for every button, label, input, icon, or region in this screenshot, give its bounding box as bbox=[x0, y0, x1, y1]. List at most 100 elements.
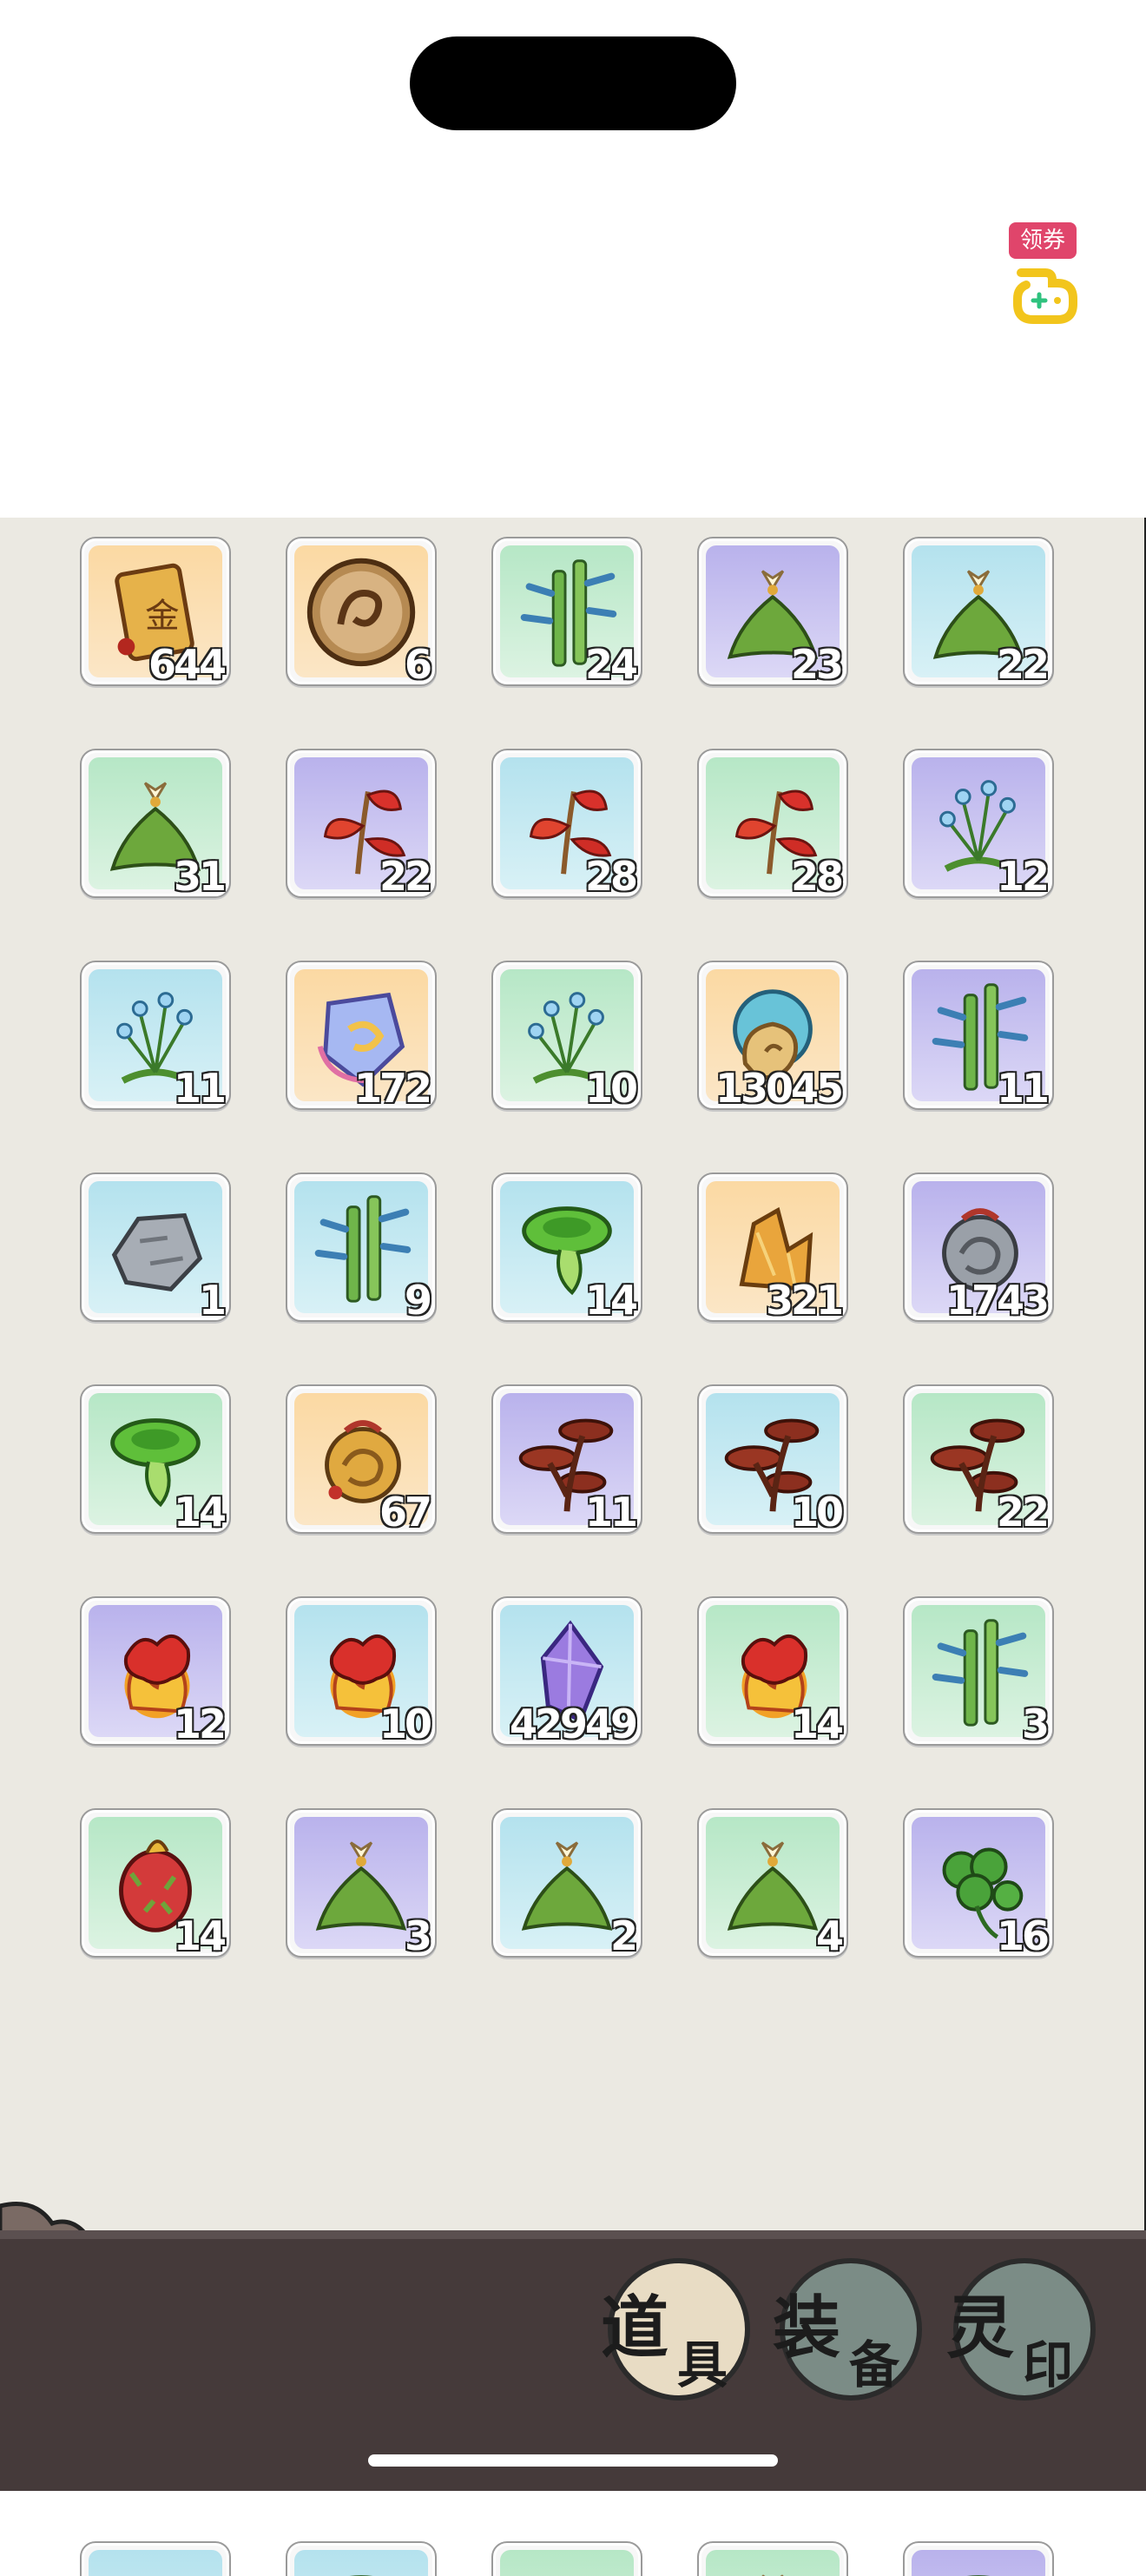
inventory-slot[interactable]: 24 bbox=[491, 537, 642, 686]
green-mushroom-icon bbox=[350, 2575, 372, 2576]
item-quantity: 11 bbox=[996, 1065, 1050, 1112]
inventory-slot-partial[interactable] bbox=[903, 2541, 1054, 2576]
item-quantity: 16 bbox=[996, 1912, 1050, 1959]
lily-bush-icon bbox=[761, 2574, 784, 2576]
item-quantity: 10 bbox=[379, 1701, 433, 1747]
item-quantity: 10 bbox=[790, 1489, 845, 1536]
item-quantity: 31 bbox=[173, 853, 227, 900]
home-indicator bbox=[368, 2454, 778, 2467]
inventory-slot-partial[interactable] bbox=[286, 2541, 437, 2576]
item-quantity: 3 bbox=[1021, 1701, 1050, 1747]
inventory-slot[interactable]: 22 bbox=[903, 537, 1054, 686]
fire-flower-icon bbox=[89, 2550, 222, 2576]
item-quantity: 23 bbox=[790, 641, 845, 688]
inventory-panel: 金 644 6 24 23 22 31 22 28 28 12 11 172 1… bbox=[0, 518, 1146, 2576]
item-quantity: 12 bbox=[173, 1701, 227, 1747]
inventory-slot[interactable]: 12 bbox=[903, 749, 1054, 898]
inventory-slot[interactable]: 14 bbox=[80, 1808, 231, 1958]
item-quantity: 14 bbox=[173, 1912, 227, 1959]
item-quantity: 1743 bbox=[945, 1277, 1050, 1324]
inventory-slot[interactable]: 22 bbox=[286, 749, 437, 898]
tab-label-char: 道 bbox=[601, 2289, 669, 2368]
item-quantity: 9 bbox=[404, 1277, 433, 1324]
svg-text:金: 金 bbox=[145, 597, 179, 637]
tab-label-char: 灵 bbox=[946, 2289, 1015, 2368]
item-quantity: 28 bbox=[584, 853, 639, 900]
tab-label-char: 印 bbox=[1023, 2335, 1074, 2394]
item-quantity: 172 bbox=[353, 1065, 433, 1112]
inventory-slot[interactable]: 172 bbox=[286, 961, 437, 1110]
inventory-slot-partial[interactable] bbox=[80, 2541, 231, 2576]
inventory-slot[interactable]: 42949 bbox=[491, 1596, 642, 1746]
item-quantity: 67 bbox=[379, 1489, 433, 1536]
tab-label-char: 具 bbox=[677, 2335, 728, 2394]
item-quantity: 22 bbox=[996, 1489, 1050, 1536]
inventory-slot[interactable]: 14 bbox=[80, 1384, 231, 1534]
inventory-slot[interactable]: 12 bbox=[80, 1596, 231, 1746]
tab-button[interactable]: 道具 bbox=[601, 2258, 750, 2401]
tab-label-char: 装 bbox=[773, 2289, 841, 2368]
inventory-slot-art bbox=[706, 2550, 840, 2576]
inventory-slot[interactable]: 10 bbox=[286, 1596, 437, 1746]
inventory-slot[interactable]: 10 bbox=[491, 961, 642, 1110]
inventory-slot[interactable]: 321 bbox=[697, 1172, 848, 1322]
item-quantity: 11 bbox=[584, 1489, 639, 1536]
item-quantity: 22 bbox=[996, 641, 1050, 688]
inventory-slot-partial[interactable] bbox=[697, 2541, 848, 2576]
item-quantity: 14 bbox=[790, 1701, 845, 1747]
inventory-slot[interactable]: 10 bbox=[697, 1384, 848, 1534]
item-quantity: 1 bbox=[198, 1277, 227, 1324]
tab-label-char: 备 bbox=[849, 2335, 900, 2394]
inventory-slot[interactable]: 3 bbox=[903, 1596, 1054, 1746]
inventory-slot[interactable]: 28 bbox=[491, 749, 642, 898]
coupon-widget[interactable]: 领券 bbox=[1009, 222, 1078, 330]
item-quantity: 11 bbox=[173, 1065, 227, 1112]
inventory-slot-partial[interactable] bbox=[491, 2541, 642, 2576]
item-quantity: 14 bbox=[584, 1277, 639, 1324]
inventory-partial-row bbox=[0, 2541, 1144, 2576]
item-quantity: 12 bbox=[996, 853, 1050, 900]
inventory-slot[interactable]: 67 bbox=[286, 1384, 437, 1534]
inventory-slot[interactable]: 14 bbox=[697, 1596, 848, 1746]
inventory-slot[interactable]: 14 bbox=[491, 1172, 642, 1322]
inventory-slot[interactable]: 22 bbox=[903, 1384, 1054, 1534]
inventory-slot[interactable]: 11 bbox=[491, 1384, 642, 1534]
tab-button[interactable]: 灵印 bbox=[946, 2258, 1096, 2401]
item-quantity: 4 bbox=[815, 1912, 845, 1959]
inventory-slot[interactable]: 16 bbox=[903, 1808, 1054, 1958]
item-quantity: 2 bbox=[609, 1912, 639, 1959]
tab-button[interactable]: 装备 bbox=[773, 2258, 922, 2401]
item-quantity: 321 bbox=[765, 1277, 845, 1324]
inventory-slot[interactable]: 6 bbox=[286, 537, 437, 686]
game-controller-icon bbox=[1013, 268, 1077, 324]
item-quantity: 10 bbox=[584, 1065, 639, 1112]
inventory-slot[interactable]: 1 bbox=[80, 1172, 231, 1322]
inventory-slot-art bbox=[89, 2550, 222, 2576]
inventory-slot[interactable]: 4 bbox=[697, 1808, 848, 1958]
inventory-slot[interactable]: 金 644 bbox=[80, 537, 231, 686]
inventory-slot[interactable]: 3 bbox=[286, 1808, 437, 1958]
inventory-slot[interactable]: 23 bbox=[697, 537, 848, 686]
item-quantity: 42949 bbox=[509, 1701, 639, 1747]
inventory-slot-art bbox=[294, 2550, 428, 2576]
inventory-slot[interactable]: 11 bbox=[903, 961, 1054, 1110]
inventory-slot[interactable]: 28 bbox=[697, 749, 848, 898]
red-leaf-herb-icon bbox=[500, 2550, 634, 2576]
dynamic-island bbox=[410, 36, 736, 130]
item-quantity: 644 bbox=[148, 641, 227, 688]
inventory-slot-art bbox=[912, 2550, 1045, 2576]
item-quantity: 22 bbox=[379, 853, 433, 900]
inventory-slot[interactable]: 11 bbox=[80, 961, 231, 1110]
item-quantity: 3 bbox=[404, 1912, 433, 1959]
item-quantity: 24 bbox=[584, 641, 639, 688]
inventory-slot-art bbox=[500, 2550, 634, 2576]
inventory-slot[interactable]: 1743 bbox=[903, 1172, 1054, 1322]
item-quantity: 13045 bbox=[715, 1065, 845, 1112]
inventory-slot[interactable]: 2 bbox=[491, 1808, 642, 1958]
inventory-slot[interactable]: 31 bbox=[80, 749, 231, 898]
green-mushroom-icon bbox=[967, 2575, 990, 2576]
inventory-slot[interactable]: 13045 bbox=[697, 961, 848, 1110]
item-quantity: 28 bbox=[790, 853, 845, 900]
inventory-slot[interactable]: 9 bbox=[286, 1172, 437, 1322]
coupon-label: 领券 bbox=[1009, 222, 1077, 259]
